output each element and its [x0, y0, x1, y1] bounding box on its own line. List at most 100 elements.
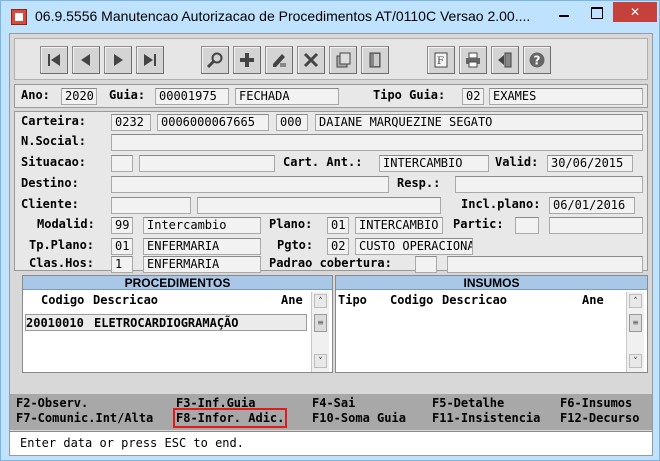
partic-desc-field: [549, 217, 643, 234]
add-button[interactable]: [233, 46, 261, 74]
tipo-guia-code-field[interactable]: 02: [462, 88, 484, 105]
first-record-button[interactable]: [40, 46, 68, 74]
pgto-label: Pgto:: [277, 238, 314, 252]
tp-plano-code-field[interactable]: 01: [111, 238, 133, 255]
app-icon: [11, 9, 27, 25]
proc-codigo-cell: 20010010: [26, 316, 84, 330]
previous-record-button[interactable]: [72, 46, 100, 74]
f4-sai-key[interactable]: F4-Sai: [312, 396, 355, 410]
nsocial-label: N.Social:: [21, 134, 87, 148]
carteira-label: Carteira:: [21, 114, 87, 128]
minimize-button[interactable]: [549, 2, 579, 22]
beneficiary-panel: Carteira: 0232 0006000067665 000 DAIANE …: [14, 111, 648, 273]
situacao-field: [139, 155, 275, 172]
carteira-numero-field[interactable]: 0006000067665: [157, 114, 269, 131]
cliente-code-field[interactable]: [111, 197, 191, 214]
return-button[interactable]: [491, 46, 519, 74]
pgto-code-field[interactable]: 02: [327, 238, 349, 255]
documents-icon: [336, 52, 351, 68]
guia-status-field: FECHADA: [235, 88, 339, 105]
destino-field[interactable]: [111, 176, 389, 193]
search-button[interactable]: [201, 46, 229, 74]
proc-col-codigo: Codigo: [41, 293, 85, 307]
previous-icon: [81, 54, 90, 66]
f3-inf-guia-key[interactable]: F3-Inf.Guia: [176, 396, 255, 410]
header-panel: Ano: 2020 Guia: 00001975 FECHADA Tipo Gu…: [14, 84, 648, 108]
f12-decurso-key[interactable]: F12-Decurso: [560, 411, 639, 425]
help-icon: ?: [529, 52, 545, 68]
form-area: F ? Ano: 2020 Guia: 00001975 FECHADA Tip…: [9, 33, 653, 456]
documents-button[interactable]: [329, 46, 357, 74]
scroll-thumb[interactable]: ≡: [314, 314, 327, 332]
ins-col-ane: Ane: [582, 293, 604, 307]
search-icon: [206, 52, 223, 69]
scroll-down-icon[interactable]: ˅: [314, 354, 327, 368]
scroll-thumb[interactable]: ≡: [629, 314, 642, 332]
f11-insistencia-key[interactable]: F11-Insistencia: [432, 411, 540, 425]
close-button[interactable]: ✕: [613, 2, 657, 22]
f10-soma-guia-key[interactable]: F10-Soma Guia: [312, 411, 406, 425]
tp-plano-label: Tp.Plano:: [29, 238, 95, 252]
carteira-digito-field[interactable]: 000: [276, 114, 308, 131]
modalid-code-field[interactable]: 99: [111, 217, 133, 234]
cliente-field: [197, 197, 441, 214]
help-button[interactable]: ?: [523, 46, 551, 74]
ins-col-codigo: Codigo: [390, 293, 434, 307]
carteira-unidade-field[interactable]: 0232: [111, 114, 151, 131]
filter-button[interactable]: F: [427, 46, 455, 74]
print-button[interactable]: [459, 46, 487, 74]
ins-col-descricao: Descricao: [442, 293, 508, 307]
nsocial-field[interactable]: [111, 134, 643, 151]
f6-insumos-key[interactable]: F6-Insumos: [560, 396, 632, 410]
guia-field[interactable]: 00001975: [155, 88, 229, 105]
proc-col-descricao: Descricao: [93, 293, 159, 307]
guia-label: Guia:: [109, 88, 146, 102]
plano-label: Plano:: [269, 217, 313, 231]
procedimentos-scrollbar[interactable]: ˄ ≡ ˅: [311, 292, 329, 372]
scroll-up-icon[interactable]: ˄: [629, 294, 642, 308]
ano-field[interactable]: 2020: [61, 88, 97, 105]
partic-field[interactable]: [515, 217, 539, 234]
table-row[interactable]: 20010010 ELETROCARDIOGRAMAÇÃO: [25, 314, 307, 331]
padrao-cobertura-field: [447, 256, 643, 273]
tipo-guia-label: Tipo Guia:: [373, 88, 446, 102]
f5-detalhe-key[interactable]: F5-Detalhe: [432, 396, 504, 410]
insumos-scrollbar[interactable]: ˄ ≡ ˅: [626, 292, 644, 372]
edit-icon: [273, 54, 286, 67]
scroll-down-icon[interactable]: ˅: [629, 354, 642, 368]
clas-hos-code-field[interactable]: 1: [111, 256, 133, 273]
scroll-up-icon[interactable]: ˄: [314, 294, 327, 308]
f8-infor-adic-key[interactable]: F8-Infor. Adic.: [172, 408, 288, 428]
add-icon: [240, 53, 254, 67]
title-bar: 06.9.5556 Manutencao Autorizacao de Proc…: [1, 1, 659, 33]
pgto-field: CUSTO OPERACIONAL: [355, 238, 473, 255]
delete-button[interactable]: [297, 46, 325, 74]
procedimentos-title: PROCEDIMENTOS: [23, 276, 332, 290]
padrao-cobertura-code-field[interactable]: [415, 256, 437, 273]
exit-door-button[interactable]: [361, 46, 389, 74]
first-icon: [48, 54, 60, 66]
resp-field[interactable]: [455, 176, 643, 193]
last-icon: [144, 54, 156, 66]
f7-comunic-key[interactable]: F7-Comunic.Int/Alta: [16, 411, 153, 425]
f2-observ-key[interactable]: F2-Observ.: [16, 396, 88, 410]
clas-hos-field: ENFERMARIA: [143, 256, 261, 273]
situacao-code-field[interactable]: [111, 155, 133, 172]
destino-label: Destino:: [21, 176, 79, 190]
last-record-button[interactable]: [136, 46, 164, 74]
clas-hos-label: Clas.Hos:: [29, 256, 95, 270]
print-icon: [466, 52, 480, 68]
modalid-field: Intercambio: [143, 217, 261, 234]
svg-text:F: F: [437, 56, 444, 67]
valid-label: Valid:: [495, 155, 539, 169]
ins-col-tipo: Tipo: [338, 293, 367, 307]
beneficiario-field: DAIANE MARQUEZINE SEGATO: [315, 114, 643, 131]
filter-icon: F: [434, 52, 448, 68]
maximize-button[interactable]: [581, 2, 611, 22]
valid-field: 30/06/2015: [547, 155, 633, 172]
ano-label: Ano:: [21, 88, 50, 102]
edit-button[interactable]: [265, 46, 293, 74]
plano-code-field[interactable]: 01: [327, 217, 349, 234]
plano-field: INTERCAMBIO: [355, 217, 443, 234]
next-record-button[interactable]: [104, 46, 132, 74]
